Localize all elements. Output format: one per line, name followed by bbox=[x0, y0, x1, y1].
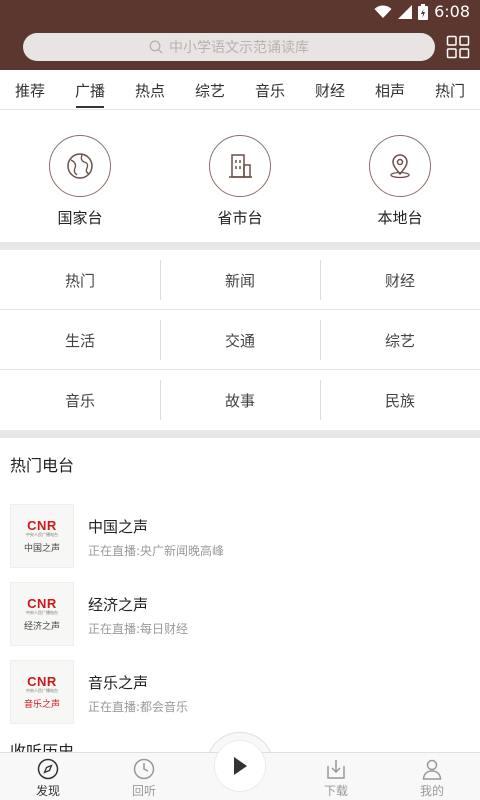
genre-traffic[interactable]: 交通 bbox=[160, 310, 320, 370]
tab-broadcast[interactable]: 广播 bbox=[60, 70, 120, 110]
tab-hotspot[interactable]: 热点 bbox=[120, 70, 180, 110]
station-logo: CNR 中央人民广播电台 经济之声 bbox=[10, 582, 74, 646]
station-item[interactable]: CNR 中央人民广播电台 中国之声 中国之声 正在直播:央广新闻晚高峰 bbox=[0, 504, 480, 570]
user-icon bbox=[422, 759, 442, 780]
local-station-button[interactable]: 本地台 bbox=[320, 110, 480, 242]
genre-grid: 热门 新闻 财经 生活 交通 综艺 音乐 故事 民族 bbox=[0, 250, 480, 430]
section-divider bbox=[0, 430, 480, 438]
section-divider bbox=[0, 242, 480, 250]
station-now-playing: 正在直播:央广新闻晚高峰 bbox=[88, 544, 225, 558]
genre-row: 热门 新闻 财经 bbox=[0, 250, 480, 310]
nav-replay[interactable]: 回听 bbox=[96, 753, 192, 800]
cat-label-provincial: 省市台 bbox=[217, 209, 263, 227]
status-icons: 6:08 bbox=[374, 3, 470, 21]
station-now-playing: 正在直播:都会音乐 bbox=[88, 700, 189, 714]
tab-finance[interactable]: 财经 bbox=[300, 70, 360, 110]
genre-story[interactable]: 故事 bbox=[160, 370, 320, 430]
station-logo: CNR 中央人民广播电台 音乐之声 bbox=[10, 660, 74, 724]
location-pin-icon bbox=[369, 135, 431, 197]
nav-label-discover: 发现 bbox=[35, 784, 60, 798]
cat-label-local: 本地台 bbox=[377, 209, 423, 227]
nav-label-mine: 我的 bbox=[419, 784, 444, 798]
clock-icon bbox=[133, 758, 155, 780]
logo-sub: 中央人民广播电台 bbox=[26, 531, 58, 537]
station-logo: CNR 中央人民广播电台 中国之声 bbox=[10, 504, 74, 568]
station-item[interactable]: CNR 中央人民广播电台 经济之声 经济之声 正在直播:每日财经 bbox=[0, 582, 480, 648]
download-icon bbox=[327, 760, 345, 779]
station-name: 经济之声 bbox=[88, 596, 149, 614]
nav-label-download: 下载 bbox=[323, 784, 348, 798]
play-button[interactable] bbox=[214, 740, 266, 792]
logo-name: 中国之声 bbox=[23, 543, 60, 554]
tab-variety[interactable]: 综艺 bbox=[180, 70, 240, 110]
nav-discover[interactable]: 发现 bbox=[0, 753, 96, 800]
tab-music[interactable]: 音乐 bbox=[240, 70, 300, 110]
station-name: 中国之声 bbox=[88, 518, 149, 536]
genre-life[interactable]: 生活 bbox=[0, 310, 160, 370]
search-icon bbox=[149, 40, 163, 54]
battery-icon bbox=[418, 4, 429, 20]
national-station-button[interactable]: 国家台 bbox=[0, 110, 160, 242]
globe-icon bbox=[49, 135, 111, 197]
genre-news[interactable]: 新闻 bbox=[160, 250, 320, 310]
genre-variety[interactable]: 综艺 bbox=[320, 310, 480, 370]
station-now-playing: 正在直播:每日财经 bbox=[88, 622, 189, 636]
tab-recommend[interactable]: 推荐 bbox=[0, 70, 60, 110]
cat-label-national: 国家台 bbox=[57, 209, 103, 227]
nav-download[interactable]: 下载 bbox=[288, 753, 384, 800]
app-screen: 6:08 中小学语文示范诵读库 推荐 广播 热点 综艺 音乐 财经 相声 热门 bbox=[0, 0, 480, 800]
logo-name: 音乐之声 bbox=[23, 699, 60, 710]
grid-menu-icon[interactable] bbox=[446, 35, 470, 59]
logo-sub: 中央人民广播电台 bbox=[26, 687, 58, 693]
play-icon bbox=[234, 757, 247, 775]
logo-brand: CNR bbox=[27, 517, 57, 533]
logo-name: 经济之声 bbox=[23, 621, 60, 632]
status-bar: 6:08 bbox=[0, 0, 480, 24]
building-icon bbox=[209, 135, 271, 197]
nav-mine[interactable]: 我的 bbox=[384, 753, 480, 800]
logo-brand: CNR bbox=[27, 595, 57, 611]
header: 中小学语文示范诵读库 bbox=[0, 24, 480, 70]
station-item[interactable]: CNR 中央人民广播电台 音乐之声 音乐之声 正在直播:都会音乐 bbox=[0, 660, 480, 726]
compass-icon bbox=[37, 758, 59, 780]
genre-finance[interactable]: 财经 bbox=[320, 250, 480, 310]
search-placeholder: 中小学语文示范诵读库 bbox=[169, 40, 309, 56]
signal-icon bbox=[398, 5, 413, 19]
search-bar[interactable]: 中小学语文示范诵读库 bbox=[23, 33, 435, 61]
provincial-station-button[interactable]: 省市台 bbox=[160, 110, 320, 242]
genre-hot[interactable]: 热门 bbox=[0, 250, 160, 310]
tab-crosstalk[interactable]: 相声 bbox=[360, 70, 420, 110]
genre-ethnic[interactable]: 民族 bbox=[320, 370, 480, 430]
station-type-row: 国家台 省市台 本地台 bbox=[0, 110, 480, 242]
status-time: 6:08 bbox=[434, 2, 470, 21]
station-name: 音乐之声 bbox=[88, 674, 149, 692]
genre-row: 音乐 故事 民族 bbox=[0, 370, 480, 430]
hot-stations-title: 热门电台 bbox=[10, 456, 75, 475]
tab-popular[interactable]: 热门 bbox=[420, 70, 480, 110]
wifi-icon bbox=[374, 5, 392, 18]
genre-row: 生活 交通 综艺 bbox=[0, 310, 480, 370]
nav-label-replay: 回听 bbox=[131, 784, 156, 798]
logo-brand: CNR bbox=[27, 673, 57, 689]
category-tabs: 推荐 广播 热点 综艺 音乐 财经 相声 热门 bbox=[0, 70, 480, 110]
genre-music[interactable]: 音乐 bbox=[0, 370, 160, 430]
logo-sub: 中央人民广播电台 bbox=[26, 609, 58, 615]
